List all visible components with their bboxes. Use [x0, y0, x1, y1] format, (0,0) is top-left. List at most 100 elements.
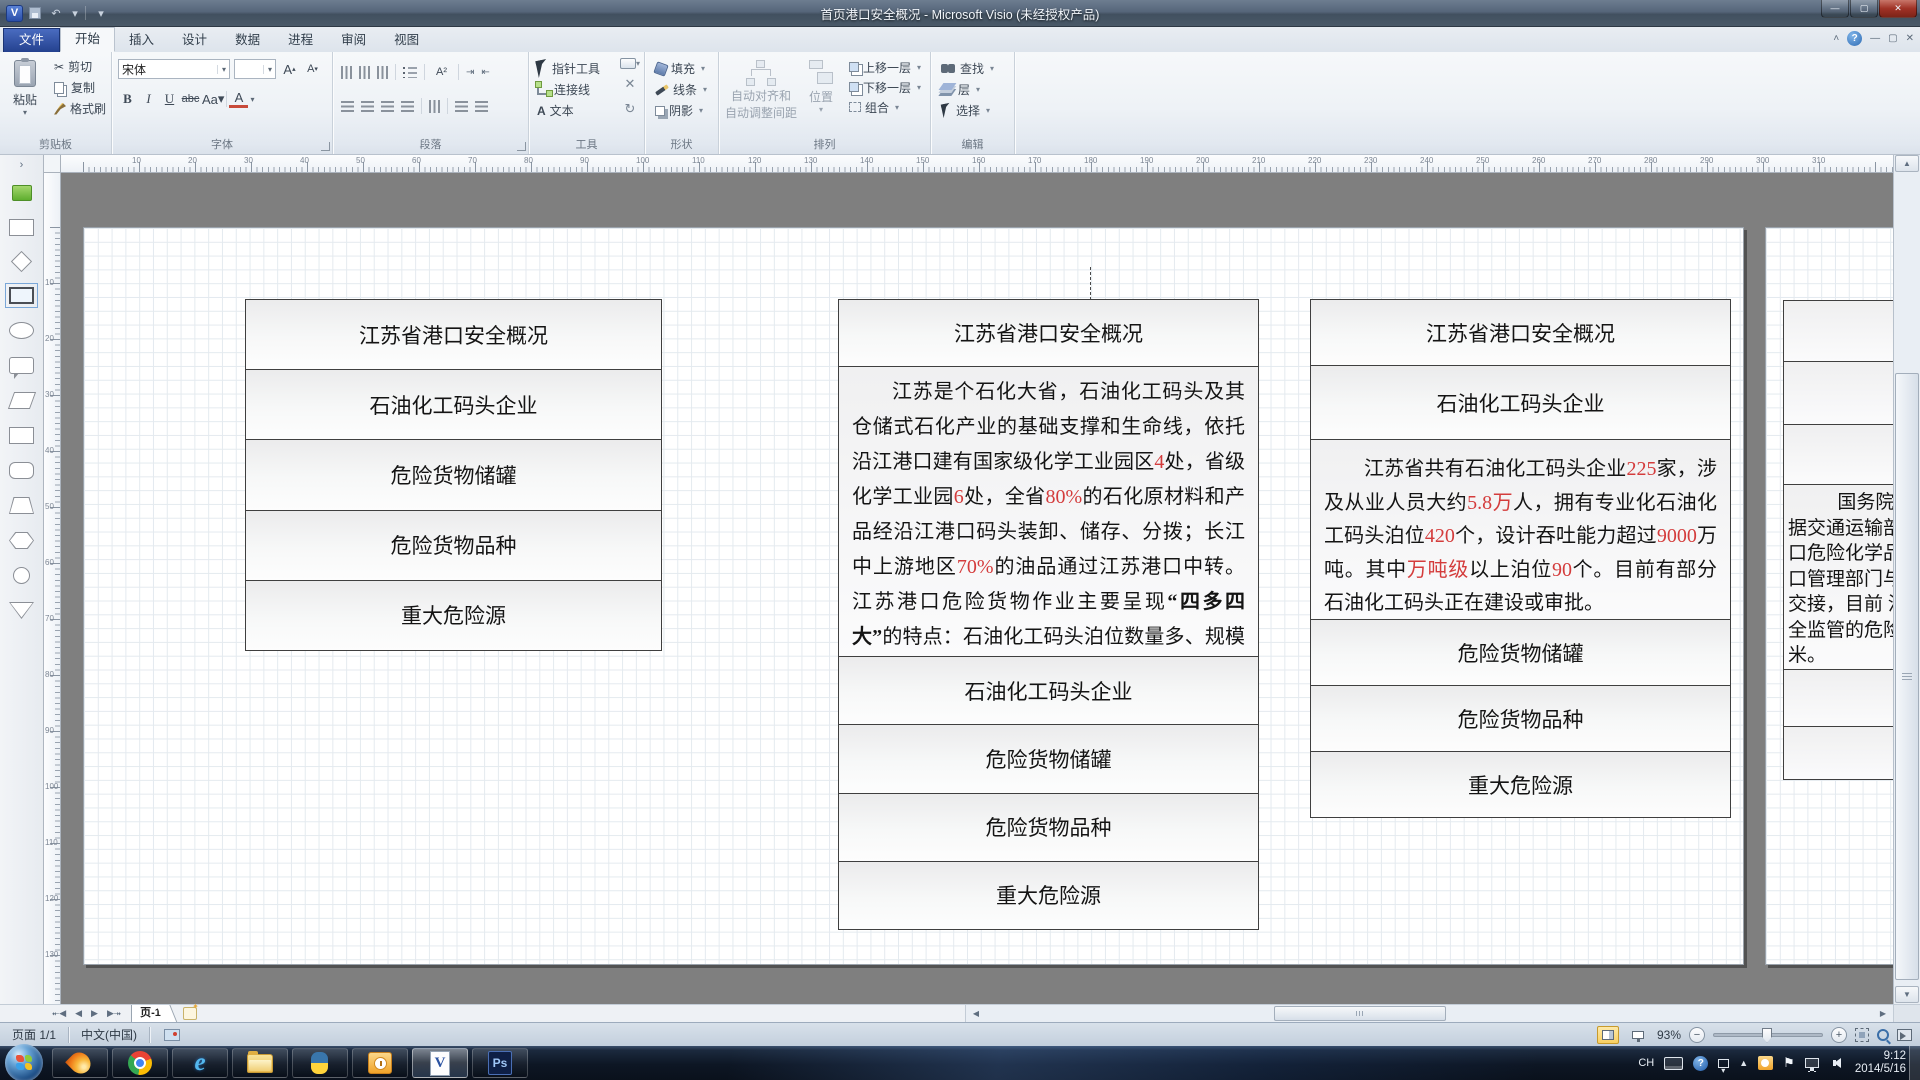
tab-review[interactable]: 审阅	[327, 29, 380, 52]
flowchart-box-clipped[interactable]: 国务院新《据交通运输部和口危险化学品安口管理部门与安交接，目前 江苏全监管的危险…	[1783, 300, 1893, 780]
chevron-down-icon[interactable]: ▾	[250, 95, 254, 104]
select-button[interactable]: 选择▾	[937, 100, 1014, 121]
help-icon[interactable]: ?	[1847, 31, 1862, 46]
doc-restore-icon[interactable]: ▢	[1888, 33, 1897, 44]
change-case-button[interactable]: Aa▾	[202, 89, 224, 109]
shapes-panel[interactable]: ›	[0, 155, 44, 1004]
box-row[interactable]	[1784, 424, 1893, 484]
group-button[interactable]: 组合▾	[845, 97, 925, 117]
page-tab[interactable]: 页-1	[131, 1005, 167, 1023]
shadow-button[interactable]: 阴影▾	[651, 100, 718, 121]
align-center-icon[interactable]	[361, 101, 374, 112]
box-row[interactable]: 石油化工码头企业	[246, 369, 661, 439]
rotate-text-button[interactable]: ↻	[620, 99, 639, 119]
horizontal-scrollbar[interactable]: ◀ ▶	[965, 1005, 1893, 1023]
stencil-rectangle[interactable]	[9, 219, 34, 236]
underline-button[interactable]: U	[160, 89, 179, 109]
bring-forward-button[interactable]: 上移一层▾	[845, 57, 925, 77]
stencil-circle[interactable]	[13, 567, 30, 584]
shrink-font-button[interactable]: A▾	[303, 59, 322, 79]
font-size-combo[interactable]: ▾	[234, 59, 276, 79]
chevron-down-icon[interactable]: ▾	[217, 65, 226, 74]
tab-insert[interactable]: 插入	[115, 29, 168, 52]
character-spacing-icon[interactable]: A²	[432, 62, 451, 82]
taskbar-app-python[interactable]	[292, 1048, 348, 1078]
flowchart-box-overview[interactable]: 江苏省港口安全概况石油化工码头企业危险货物储罐危险货物品种重大危险源	[245, 299, 662, 651]
action-center-flag-icon[interactable]: ⚑	[1783, 1055, 1795, 1071]
cut-button[interactable]: ✂剪切	[50, 56, 110, 77]
customize-qat-button[interactable]: ▾	[92, 7, 110, 20]
box-row[interactable]: 危险货物储罐	[1311, 619, 1730, 685]
drawing-canvas[interactable]: 江苏省港口安全概况石油化工码头企业危险货物储罐危险货物品种重大危险源 江苏省港口…	[61, 173, 1893, 1004]
delete-tool-button[interactable]: ✕	[620, 74, 639, 94]
box-row[interactable]: 重大危险源	[839, 861, 1258, 929]
stencil-ellipse[interactable]	[9, 322, 34, 339]
macro-status-icon[interactable]	[164, 1029, 180, 1041]
undo-dropdown-icon[interactable]: ▾	[71, 7, 79, 20]
taskbar-app-chrome[interactable]	[112, 1048, 168, 1078]
box-row[interactable]	[1784, 361, 1893, 424]
align-top-icon[interactable]	[341, 66, 352, 79]
font-name-combo[interactable]: 宋体▾	[118, 59, 230, 79]
fullscreen-view-button[interactable]	[1627, 1026, 1649, 1044]
taskbar-clock[interactable]: 9:12 2014/5/16	[1851, 1050, 1906, 1076]
decrease-indent-icon[interactable]	[455, 101, 468, 112]
box-row[interactable]: 石油化工码头企业	[839, 656, 1258, 724]
start-button[interactable]	[5, 1044, 43, 1080]
language-indicator[interactable]: 中文(中国)	[69, 1026, 149, 1043]
box-row[interactable]: 危险货物品种	[839, 793, 1258, 861]
paste-dropdown-icon[interactable]: ▾	[23, 108, 27, 117]
box-row[interactable]: 危险货物储罐	[246, 439, 661, 509]
visio-app-icon[interactable]: V	[6, 5, 23, 22]
chevron-down-icon[interactable]: ▾	[263, 65, 272, 74]
stencil-rectangle-2[interactable]	[9, 427, 34, 444]
bullets-icon[interactable]	[403, 66, 417, 78]
input-language-indicator[interactable]: CH	[1638, 1057, 1654, 1069]
doc-close-icon[interactable]: ✕	[1906, 33, 1914, 44]
increase-indent-icon[interactable]	[475, 101, 488, 112]
stencil-document-icon[interactable]	[12, 185, 32, 201]
normal-view-button[interactable]	[1597, 1026, 1619, 1044]
box-paragraph[interactable]: 江苏省共有石油化工码头企业225家，涉及从业人员大约5.8万人，拥有专业化石油化…	[1311, 439, 1730, 619]
align-right-icon[interactable]	[381, 101, 394, 112]
expand-shapes-icon[interactable]: ›	[0, 155, 43, 171]
box-row[interactable]: 危险货物品种	[1311, 685, 1730, 751]
zoom-slider-thumb[interactable]	[1762, 1028, 1772, 1043]
box-row[interactable]: 危险货物品种	[246, 510, 661, 580]
show-desktop-button[interactable]	[1909, 1046, 1920, 1080]
taskbar-app-flame[interactable]	[52, 1048, 108, 1078]
taskbar-app-outlook[interactable]	[352, 1048, 408, 1078]
stencil-trapezoid[interactable]	[9, 497, 34, 514]
italic-button[interactable]: I	[139, 89, 158, 109]
taskbar-app-photoshop[interactable]: Ps	[472, 1048, 528, 1078]
auto-align-button[interactable]: 自动对齐和 自动调整间距	[723, 56, 799, 132]
paste-button[interactable]: 粘贴 ▾	[2, 56, 48, 132]
scroll-left-icon[interactable]: ◀	[968, 1006, 984, 1021]
grow-font-button[interactable]: A▴	[280, 59, 299, 79]
page-indicator[interactable]: 页面 1/1	[0, 1026, 68, 1043]
zoom-out-button[interactable]: −	[1689, 1027, 1705, 1043]
insert-page-button[interactable]	[183, 1007, 197, 1020]
undo-button[interactable]: ↶	[47, 7, 65, 20]
stencil-diamond[interactable]	[11, 251, 32, 272]
flowchart-box-companies[interactable]: 江苏省港口安全概况 石油化工码头企业 江苏省共有石油化工码头企业225家，涉及从…	[1310, 299, 1731, 818]
pan-zoom-window-icon[interactable]	[1897, 1029, 1912, 1041]
volume-icon[interactable]	[1829, 1058, 1841, 1068]
text-direction-rtl-icon[interactable]: ⇤	[481, 67, 489, 78]
tab-process[interactable]: 进程	[274, 29, 327, 52]
taskbar-app-ie[interactable]: e	[172, 1048, 228, 1078]
font-dialog-launcher[interactable]	[321, 142, 330, 151]
zoom-level[interactable]: 93%	[1657, 1028, 1681, 1042]
justify-icon[interactable]	[401, 101, 414, 112]
stencil-triangle[interactable]	[9, 602, 34, 619]
send-backward-button[interactable]: 下移一层▾	[845, 77, 925, 97]
box-row[interactable]: 重大危险源	[1311, 751, 1730, 817]
tab-data[interactable]: 数据	[221, 29, 274, 52]
line-button[interactable]: 线条▾	[651, 79, 718, 100]
zoom-slider[interactable]	[1713, 1033, 1823, 1037]
font-color-button[interactable]: A	[229, 91, 248, 108]
box-row[interactable]: 江苏省港口安全概况	[246, 300, 661, 369]
first-page-icon[interactable]: ⯬◀	[52, 1008, 66, 1019]
maximize-button[interactable]: ▢	[1850, 0, 1878, 18]
copy-button[interactable]: 复制	[50, 77, 110, 98]
